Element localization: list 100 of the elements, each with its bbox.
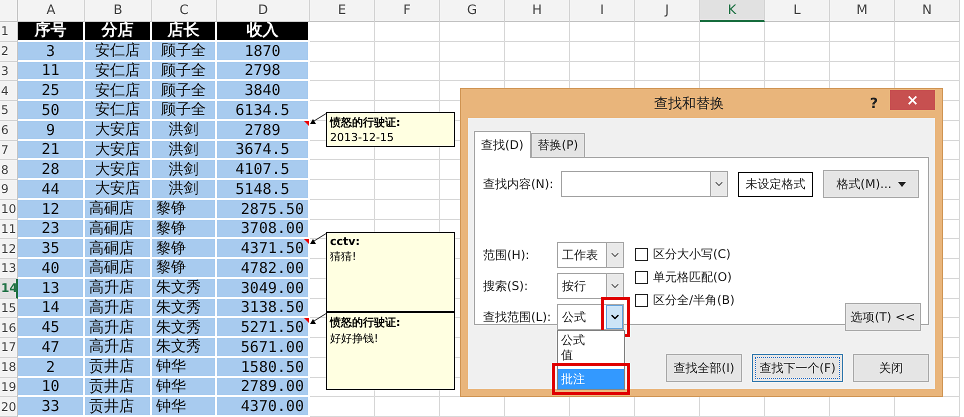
table-cell: 14 [18, 298, 85, 318]
checkbox[interactable] [635, 248, 648, 261]
column-header[interactable]: H [505, 0, 570, 22]
table-cell: 贡井店 [85, 378, 152, 398]
row-header[interactable]: 14 [0, 278, 18, 298]
tab[interactable]: 替换(P) [530, 133, 586, 157]
table-cell: 1870 [217, 42, 310, 62]
comment-author: cctv: [330, 235, 361, 248]
checkbox[interactable] [635, 294, 648, 307]
help-button[interactable]: ? [870, 96, 878, 112]
grid-cell [310, 81, 375, 101]
table-cell: 2789 [217, 120, 310, 140]
table-cell: 3 [18, 42, 85, 62]
grid-cell [310, 22, 375, 42]
row-header[interactable]: 17 [0, 338, 18, 358]
table-cell: 47 [18, 338, 85, 358]
find-field[interactable] [561, 171, 728, 197]
column-header[interactable]: J [635, 0, 700, 22]
row-header[interactable]: 7 [0, 140, 18, 160]
table-cell: 2875.50 [217, 200, 310, 220]
table-cell: 高升店 [85, 338, 152, 358]
close-button[interactable]: × [890, 90, 935, 110]
checkbox-label: 区分全/半角(B) [653, 292, 735, 309]
column-header[interactable]: C [152, 0, 217, 22]
grid-cell [570, 22, 635, 42]
table-cell: 高硐店 [85, 200, 152, 220]
tab[interactable]: 查找(D) [474, 131, 531, 158]
table-cell: 3049.00 [217, 278, 310, 298]
table-cell: 44 [18, 180, 85, 200]
options-button[interactable]: 选项(T) << [845, 303, 921, 331]
grid-cell [440, 62, 505, 82]
row-header[interactable]: 10 [0, 200, 18, 220]
row-header[interactable]: 1 [0, 22, 18, 42]
row-header[interactable]: 15 [0, 298, 18, 318]
row-header[interactable]: 4 [0, 81, 18, 101]
row-header[interactable]: 8 [0, 160, 18, 180]
table-cell: 3138.50 [217, 298, 310, 318]
column-header[interactable]: I [570, 0, 635, 22]
column-header[interactable]: E [310, 0, 375, 22]
row-header[interactable]: 19 [0, 378, 18, 398]
format-preview: 未设定格式 [738, 172, 813, 196]
column-header[interactable]: L [765, 0, 830, 22]
table-cell: 大安店 [85, 160, 152, 180]
column-header[interactable]: F [375, 0, 440, 22]
checkbox[interactable] [635, 271, 648, 284]
table-cell: 2 [18, 358, 85, 378]
table-cell: 5271.50 [217, 318, 310, 338]
column-header[interactable]: M [830, 0, 895, 22]
row-header[interactable]: 18 [0, 358, 18, 378]
select-field[interactable]: 公式 [557, 304, 624, 330]
dialog-button[interactable]: 关闭 [853, 354, 929, 382]
header-cell: 店长 [152, 22, 217, 42]
row-header[interactable]: 5 [0, 101, 18, 121]
comment-text: 猜猜! [330, 249, 358, 264]
row-header[interactable]: 16 [0, 318, 18, 338]
option-label: 查找范围(L): [483, 308, 552, 326]
select-field[interactable]: 工作表 [557, 242, 624, 268]
table-cell: 高硐店 [85, 239, 152, 259]
window-title: 查找和替换 [652, 94, 725, 112]
row-header[interactable]: 11 [0, 220, 18, 240]
row-header[interactable]: 12 [0, 239, 18, 259]
row-header[interactable]: 20 [0, 397, 18, 417]
grid-cell [700, 22, 765, 42]
table-cell: 28 [18, 160, 85, 180]
table-cell: 高升店 [85, 278, 152, 298]
table-cell: 4371.50 [217, 239, 310, 259]
table-cell: 洪剑 [152, 120, 217, 140]
table-cell: 洪剑 [152, 140, 217, 160]
row-header[interactable]: 13 [0, 259, 18, 279]
column-header[interactable]: D [217, 0, 310, 22]
table-cell: 黎铮 [152, 200, 217, 220]
caret-icon [898, 182, 906, 186]
select-field[interactable]: 按行 [557, 273, 624, 299]
table-cell: 安仁店 [85, 81, 152, 101]
grid-cell [310, 180, 375, 200]
table-cell: 11 [18, 62, 85, 82]
grid-cell [375, 22, 440, 42]
row-header[interactable]: 9 [0, 180, 18, 200]
column-header[interactable]: G [440, 0, 505, 22]
column-header[interactable]: K [700, 0, 765, 22]
column-header[interactable]: A [18, 0, 85, 22]
table-cell: 高硐店 [85, 220, 152, 240]
row-header[interactable]: 3 [0, 62, 18, 82]
table-cell: 贡井店 [85, 358, 152, 378]
table-cell: 45 [18, 318, 85, 338]
column-header[interactable]: B [85, 0, 152, 22]
grid-cell [830, 22, 895, 42]
dialog-button[interactable]: 查找全部(I) [666, 354, 742, 382]
table-cell: 黎铮 [152, 220, 217, 240]
format-button[interactable]: 格式(M)... [823, 170, 919, 198]
table-cell: 4782.00 [217, 259, 310, 279]
row-header[interactable]: 2 [0, 42, 18, 62]
table-cell: 13 [18, 278, 85, 298]
dialog-button[interactable]: 查找下一个(F) [752, 354, 843, 382]
row-header[interactable]: 6 [0, 120, 18, 140]
grid-cell [375, 62, 440, 82]
table-cell: 3840 [217, 81, 310, 101]
column-header[interactable]: N [895, 0, 960, 22]
dropdown-button[interactable] [606, 305, 623, 329]
table-cell: 高升店 [85, 318, 152, 338]
